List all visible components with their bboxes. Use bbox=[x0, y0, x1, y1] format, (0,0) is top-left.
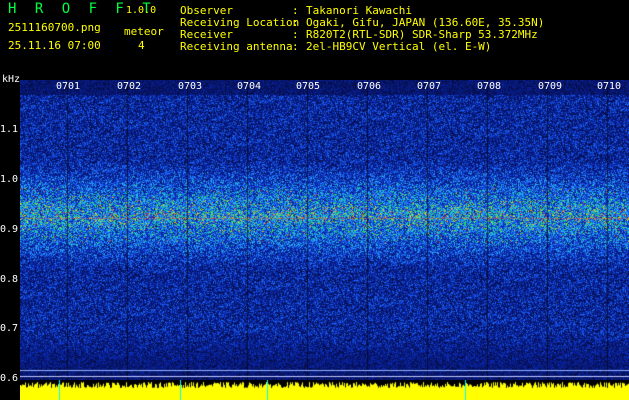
x-tick-label: 0709 bbox=[538, 81, 563, 92]
x-tick-label: 0710 bbox=[597, 81, 622, 92]
hrofft-window: H R O F F T 1.0.0 2511160700.png 25.11.1… bbox=[0, 0, 629, 400]
x-tick-label: 0708 bbox=[477, 81, 502, 92]
meteor-count: 4 bbox=[138, 39, 145, 52]
x-tick-label: 0703 bbox=[178, 81, 203, 92]
info-sep: : bbox=[292, 40, 299, 53]
y-tick-label: 0.7 bbox=[0, 323, 19, 334]
x-tick-label: 0707 bbox=[417, 81, 442, 92]
y-tick-label: 0.6 bbox=[0, 373, 19, 384]
x-tick-label: 0702 bbox=[117, 81, 142, 92]
y-tick-label: 1.1 bbox=[0, 124, 19, 135]
spectrogram bbox=[20, 80, 629, 380]
signal-level-meter bbox=[20, 380, 629, 400]
x-tick-label: 0705 bbox=[296, 81, 321, 92]
y-tick-label: 0.8 bbox=[0, 274, 19, 285]
y-tick-label: 0.9 bbox=[0, 224, 19, 235]
info-value-antenna: 2el-HB9CV Vertical (el. E-W) bbox=[306, 40, 492, 53]
app-version: 1.0.0 bbox=[126, 5, 157, 16]
file-datetime: 25.11.16 07:00 bbox=[8, 39, 101, 52]
meteor-label: meteor bbox=[124, 25, 164, 38]
x-tick-label: 0706 bbox=[357, 81, 382, 92]
x-tick-label: 0704 bbox=[237, 81, 262, 92]
info-label-antenna: Receiving antenna bbox=[180, 40, 293, 53]
file-name: 2511160700.png bbox=[8, 21, 101, 34]
x-tick-label: 0701 bbox=[56, 81, 81, 92]
y-axis-unit: kHz bbox=[2, 74, 21, 85]
y-tick-label: 1.0 bbox=[0, 174, 19, 185]
